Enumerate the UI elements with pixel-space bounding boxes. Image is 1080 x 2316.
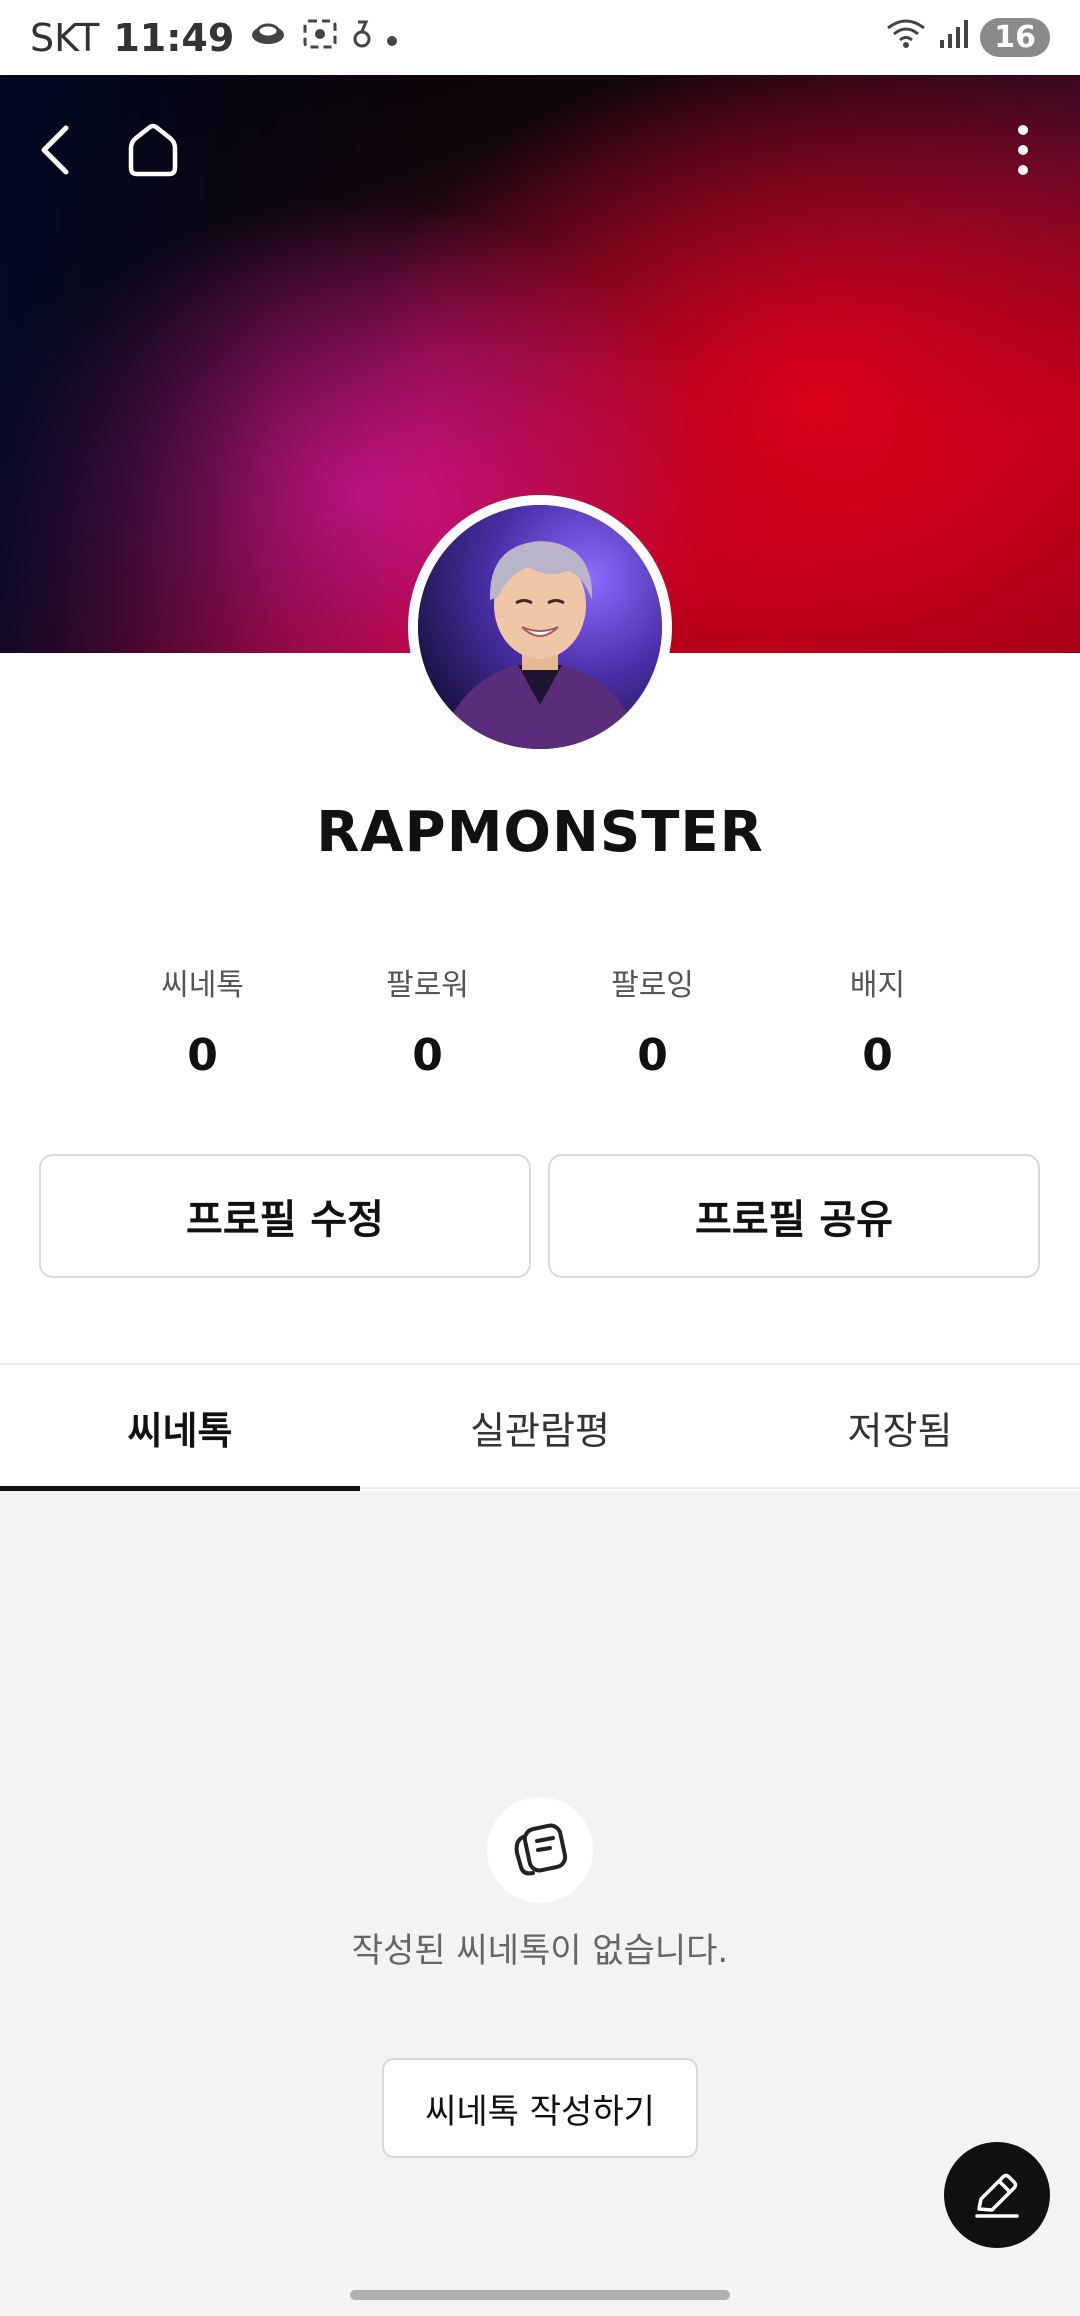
stat-value: 0 xyxy=(187,1030,218,1081)
share-profile-button[interactable]: 프로필 공유 xyxy=(548,1154,1040,1278)
battery-indicator: 16 xyxy=(980,18,1050,57)
chevron-left-icon xyxy=(41,125,69,175)
app-notification-icon xyxy=(352,18,372,58)
screenshot-icon xyxy=(302,18,338,58)
home-icon xyxy=(128,123,178,177)
stat-value: 0 xyxy=(862,1030,893,1081)
dot-icon xyxy=(386,20,398,55)
profile-tabs: 씨네톡 실관람평 저장됨 xyxy=(0,1365,1080,1491)
notification-icon xyxy=(248,19,288,57)
stat-label: 팔로워 xyxy=(386,968,469,1003)
tab-cinetalk[interactable]: 씨네톡 xyxy=(0,1365,360,1491)
stat-following[interactable]: 팔로잉 0 xyxy=(540,960,765,1081)
profile-stats: 씨네톡 0 팔로워 0 팔로잉 0 배지 0 xyxy=(90,960,990,1081)
stat-value: 0 xyxy=(637,1030,668,1081)
more-vertical-icon xyxy=(1018,125,1028,175)
stat-followers[interactable]: 팔로워 0 xyxy=(315,960,540,1081)
pencil-icon xyxy=(975,2173,1019,2218)
stat-badges[interactable]: 배지 0 xyxy=(765,960,990,1081)
stat-cinetalk[interactable]: 씨네톡 0 xyxy=(90,960,315,1081)
stat-label: 씨네톡 xyxy=(161,968,244,1003)
write-cinetalk-button[interactable]: 씨네톡 작성하기 xyxy=(382,2058,698,2158)
empty-state-message: 작성된 씨네톡이 없습니다. xyxy=(351,1931,729,1971)
stat-value: 0 xyxy=(412,1030,443,1081)
profile-avatar[interactable] xyxy=(408,495,672,759)
back-button[interactable] xyxy=(12,105,102,195)
compose-fab[interactable] xyxy=(944,2142,1050,2248)
status-bar: SKT 11:49 16 xyxy=(0,0,1080,75)
stat-label: 팔로잉 xyxy=(611,968,694,1003)
signal-icon xyxy=(938,18,969,58)
wifi-icon xyxy=(886,18,926,58)
clock: 11:49 xyxy=(113,15,235,60)
tab-saved[interactable]: 저장됨 xyxy=(720,1365,1080,1489)
home-button[interactable] xyxy=(108,105,198,195)
status-right: 16 xyxy=(886,18,1050,58)
username: RAPMONSTER xyxy=(316,800,764,865)
chat-bubbles-icon xyxy=(487,1797,593,1903)
stat-label: 배지 xyxy=(849,968,906,1003)
avatar-image xyxy=(418,505,662,749)
edit-profile-button[interactable]: 프로필 수정 xyxy=(39,1154,531,1278)
carrier-label: SKT xyxy=(30,15,100,60)
tab-content: 작성된 씨네톡이 없습니다. 씨네톡 작성하기 xyxy=(0,1491,1080,2316)
tab-reviews[interactable]: 실관람평 xyxy=(360,1365,720,1489)
status-left: SKT 11:49 xyxy=(30,16,398,60)
more-options-button[interactable] xyxy=(978,105,1068,195)
home-indicator[interactable] xyxy=(350,2290,730,2300)
